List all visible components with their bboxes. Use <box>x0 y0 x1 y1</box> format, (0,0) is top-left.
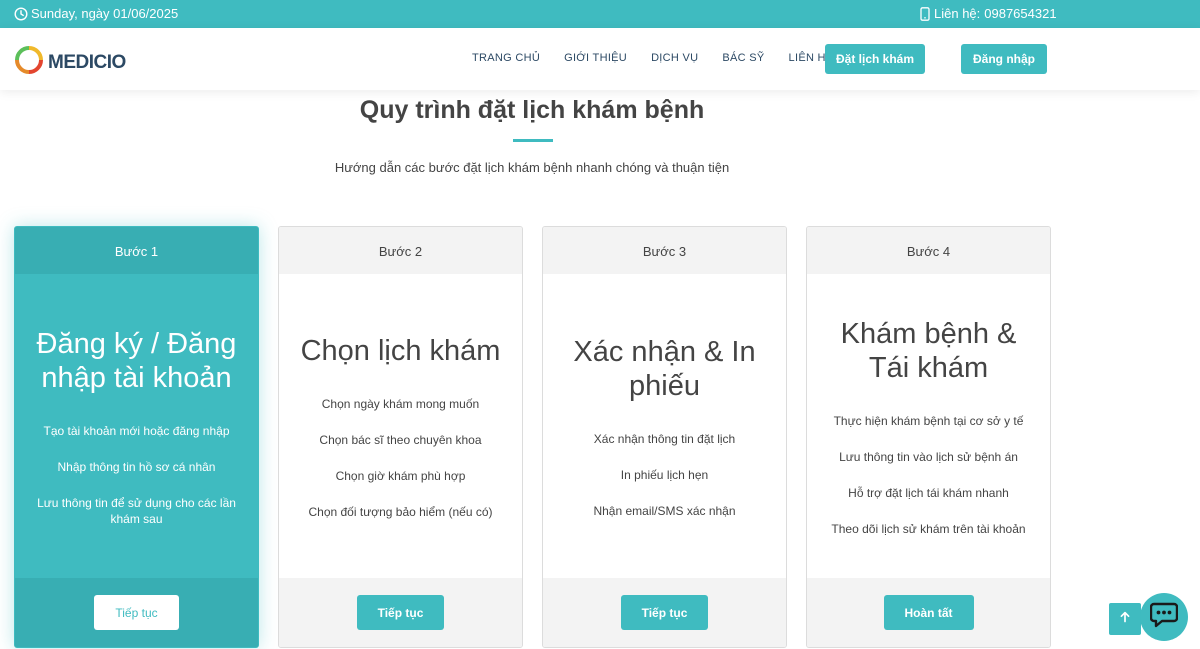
step-card-1: Bước 1 Đăng ký / Đăng nhập tài khoản Tạo… <box>14 226 259 648</box>
step-label: Bước 3 <box>543 227 786 274</box>
date-display: Sunday, ngày 01/06/2025 <box>14 6 178 21</box>
arrow-up-icon <box>1119 610 1131 628</box>
logo-text: MEDICIO <box>48 51 126 73</box>
step-items: Chọn ngày khám mong muốn Chọn bác sĩ the… <box>308 396 492 520</box>
step-body: Đăng ký / Đăng nhập tài khoản Tạo tài kh… <box>15 274 258 580</box>
continue-button[interactable]: Tiếp tục <box>356 595 445 630</box>
step-footer: Tiếp tục <box>279 578 522 647</box>
step-title: Khám bệnh & Tái khám <box>840 318 1017 384</box>
nav-item-home[interactable]: TRANG CHỦ <box>472 52 540 64</box>
section-title: Quy trình đặt lịch khám bệnh <box>359 96 705 124</box>
step-card-2: Bước 2 Chọn lịch khám Chọn ngày khám mon… <box>278 226 523 648</box>
section-subtitle: Hướng dẫn các bước đặt lịch khám bệnh nh… <box>334 160 730 175</box>
list-item: Theo dõi lịch sử khám trên tài khoản <box>831 522 1026 536</box>
list-item: Xác nhận thông tin đặt lịch <box>593 432 736 446</box>
step-items: Xác nhận thông tin đặt lịch In phiếu lịc… <box>593 431 735 519</box>
step-label: Bước 4 <box>807 227 1050 274</box>
chat-icon <box>1149 602 1179 633</box>
contact-phone[interactable]: 0987654321 <box>984 6 1056 21</box>
clock-icon <box>14 6 28 21</box>
top-bar: Sunday, ngày 01/06/2025 Liên hệ: 09876543… <box>0 0 1200 28</box>
step-body: Khám bệnh & Tái khám Thực hiện khám bệnh… <box>807 274 1050 580</box>
step-items: Thực hiện khám bệnh tại cơ sở y tế Lưu t… <box>831 413 1025 537</box>
list-item: Chọn giờ khám phù hợp <box>335 469 466 483</box>
logo-ring-icon <box>14 45 44 80</box>
step-title: Xác nhận & In phiếu <box>573 336 756 402</box>
step-card-4: Bước 4 Khám bệnh & Tái khám Thực hiện kh… <box>806 226 1051 648</box>
step-label: Bước 2 <box>279 227 522 274</box>
continue-button[interactable]: Tiếp tục <box>620 595 709 630</box>
main-nav: TRANG CHỦ GIỚI THIỆU DỊCH VỤ BÁC SỸ LIÊN… <box>472 52 857 64</box>
date-text: Sunday, ngày 01/06/2025 <box>31 6 179 21</box>
finish-button[interactable]: Hoàn tất <box>883 595 974 630</box>
contact-info: Liên hệ: 0987654321 <box>920 6 1057 21</box>
book-appointment-button[interactable]: Đặt lịch khám <box>825 44 925 74</box>
step-footer: Hoàn tất <box>807 578 1050 647</box>
list-item: Nhận email/SMS xác nhận <box>593 504 736 518</box>
step-footer: Tiếp tục <box>15 578 258 647</box>
list-item: Lưu thông tin để sử dụng cho các lần khá… <box>37 496 236 526</box>
scroll-to-top-button[interactable] <box>1109 603 1141 635</box>
continue-button[interactable]: Tiếp tục <box>94 595 179 630</box>
nav-item-doctors[interactable]: BÁC SỸ <box>722 52 764 64</box>
step-body: Chọn lịch khám Chọn ngày khám mong muốn … <box>279 274 522 580</box>
step-label: Bước 1 <box>15 227 258 274</box>
login-button[interactable]: Đăng nhập <box>961 44 1047 74</box>
chat-button[interactable] <box>1140 593 1188 641</box>
step-card-3: Bước 3 Xác nhận & In phiếu Xác nhận thôn… <box>542 226 787 648</box>
list-item: Chọn bác sĩ theo chuyên khoa <box>319 433 482 447</box>
nav-item-about[interactable]: GIỚI THIỆU <box>564 52 627 64</box>
list-item: Hỗ trợ đặt lịch tái khám nhanh <box>848 486 1009 500</box>
list-item: Tạo tài khoản mới hoặc đăng nhập <box>43 424 230 438</box>
step-title: Đăng ký / Đăng nhập tài khoản <box>36 328 237 394</box>
step-title: Chọn lịch khám <box>300 335 501 367</box>
title-divider <box>513 139 553 142</box>
list-item: Chọn ngày khám mong muốn <box>321 397 480 411</box>
list-item: In phiếu lịch hẹn <box>620 468 709 482</box>
step-body: Xác nhận & In phiếu Xác nhận thông tin đ… <box>543 274 786 580</box>
site-logo[interactable]: MEDICIO <box>14 45 126 80</box>
step-items: Tạo tài khoản mới hoặc đăng nhập Nhập th… <box>29 423 244 527</box>
contact-label: Liên hệ: <box>934 6 981 21</box>
list-item: Nhập thông tin hồ sơ cá nhân <box>57 460 216 474</box>
nav-item-services[interactable]: DỊCH VỤ <box>651 52 698 64</box>
list-item: Lưu thông tin vào lịch sử bệnh án <box>839 450 1018 464</box>
step-footer: Tiếp tục <box>543 578 786 647</box>
list-item: Thực hiện khám bệnh tại cơ sở y tế <box>833 414 1024 428</box>
site-header: MEDICIO TRANG CHỦ GIỚI THIỆU DỊCH VỤ BÁC… <box>0 28 1200 90</box>
list-item: Chọn đối tượng bảo hiểm (nếu có) <box>308 505 493 519</box>
phone-icon <box>920 6 930 21</box>
